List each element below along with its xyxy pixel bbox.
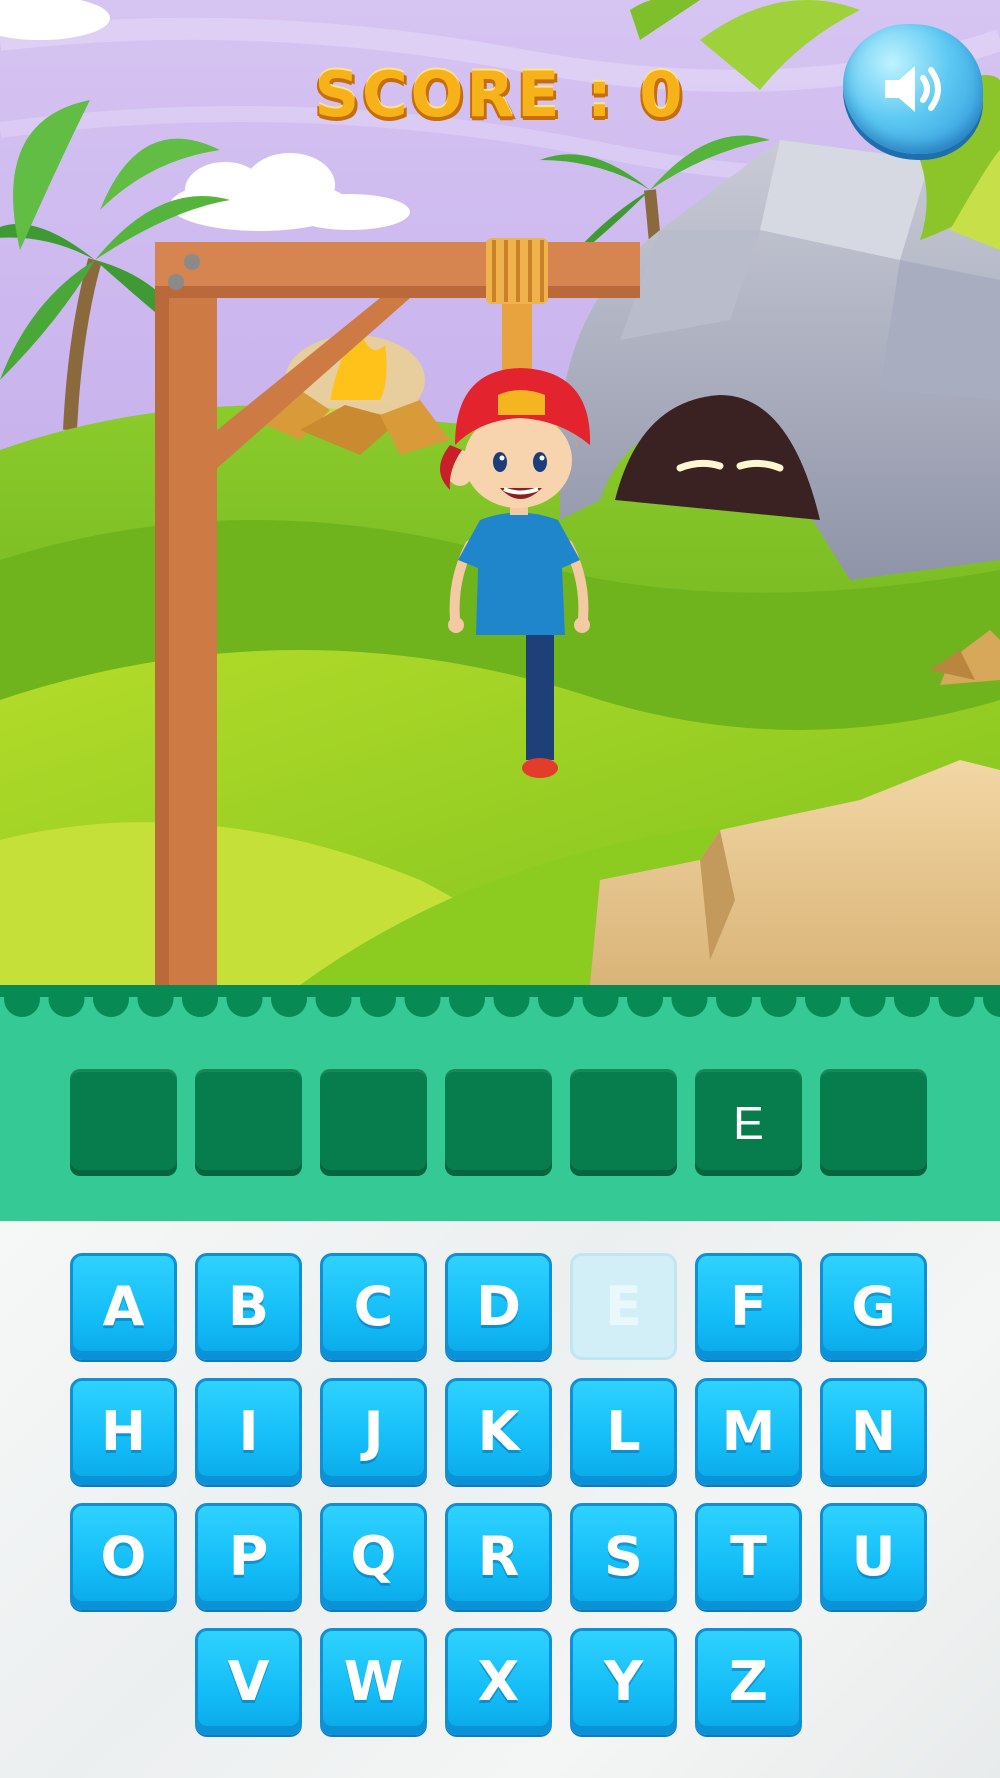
letter-slot-3 (320, 1069, 427, 1176)
scallop-bump (449, 985, 485, 1017)
scallop-bump (671, 985, 708, 1017)
scallop-bump (760, 985, 797, 1017)
key-D[interactable]: D (445, 1253, 552, 1360)
letter-slot-2 (195, 1069, 302, 1176)
key-H[interactable]: H (70, 1378, 177, 1485)
key-K[interactable]: K (445, 1378, 552, 1485)
scallop-bump (493, 985, 530, 1017)
key-M[interactable]: M (695, 1378, 802, 1485)
scallop-bump (315, 985, 352, 1017)
scallop-bump (271, 985, 307, 1017)
key-C[interactable]: C (320, 1253, 427, 1360)
keyboard-row-1: A B C D E F G (70, 1253, 927, 1360)
key-A[interactable]: A (70, 1253, 177, 1360)
scallop-bump (93, 985, 129, 1017)
letter-slot-6: E (695, 1069, 802, 1176)
key-R[interactable]: R (445, 1503, 552, 1610)
key-F[interactable]: F (695, 1253, 802, 1360)
scallop-bump (137, 985, 174, 1017)
scallop-bump (182, 985, 218, 1017)
keyboard-row-3: O P Q R S T U (70, 1503, 927, 1610)
keyboard-row-2: H I J K L M N (70, 1378, 927, 1485)
scallop-bump (404, 985, 441, 1017)
key-Y[interactable]: Y (570, 1628, 677, 1735)
hangman-leg (526, 620, 554, 760)
letter-slot-1 (70, 1069, 177, 1176)
key-N[interactable]: N (820, 1378, 927, 1485)
key-P[interactable]: P (195, 1503, 302, 1610)
key-W[interactable]: W (320, 1628, 427, 1735)
key-O[interactable]: O (70, 1503, 177, 1610)
key-I[interactable]: I (195, 1378, 302, 1485)
letter-keyboard: A B C D E F G H I J K L M N O P Q R S T … (0, 1221, 1000, 1778)
key-X[interactable]: X (445, 1628, 552, 1735)
key-J[interactable]: J (320, 1378, 427, 1485)
scallop-bump (938, 985, 975, 1017)
key-L[interactable]: L (570, 1378, 677, 1485)
scallop-bump (983, 985, 1000, 1017)
key-Q[interactable]: Q (320, 1503, 427, 1610)
key-S[interactable]: S (570, 1503, 677, 1610)
key-U[interactable]: U (820, 1503, 927, 1610)
scallop-bump (894, 985, 930, 1017)
scallop-bump (4, 985, 40, 1017)
scallop-bump (716, 985, 752, 1017)
scallop-bump (582, 985, 619, 1017)
key-Z[interactable]: Z (695, 1628, 802, 1735)
scallop-bump (48, 985, 85, 1017)
scallop-bump (805, 985, 841, 1017)
word-slots: E (70, 1069, 927, 1176)
letter-slot-4 (445, 1069, 552, 1176)
scallop-border (0, 985, 1000, 1017)
game-scene: SCORE : 0 (0, 0, 1000, 985)
keyboard-row-4: V W X Y Z (195, 1628, 802, 1735)
key-E[interactable]: E (570, 1253, 677, 1360)
key-B[interactable]: B (195, 1253, 302, 1360)
scallop-bump (538, 985, 574, 1017)
scallop-bump (849, 985, 886, 1017)
letter-slot-5 (570, 1069, 677, 1176)
scene-background (0, 0, 1000, 985)
letter-slot-7 (820, 1069, 927, 1176)
scallop-bump (226, 985, 263, 1017)
word-panel: E (0, 985, 1000, 1221)
scallop-bump (627, 985, 663, 1017)
speaker-on-icon (885, 66, 941, 112)
key-V[interactable]: V (195, 1628, 302, 1735)
key-T[interactable]: T (695, 1503, 802, 1610)
scallop-bump (360, 985, 396, 1017)
key-G[interactable]: G (820, 1253, 927, 1360)
